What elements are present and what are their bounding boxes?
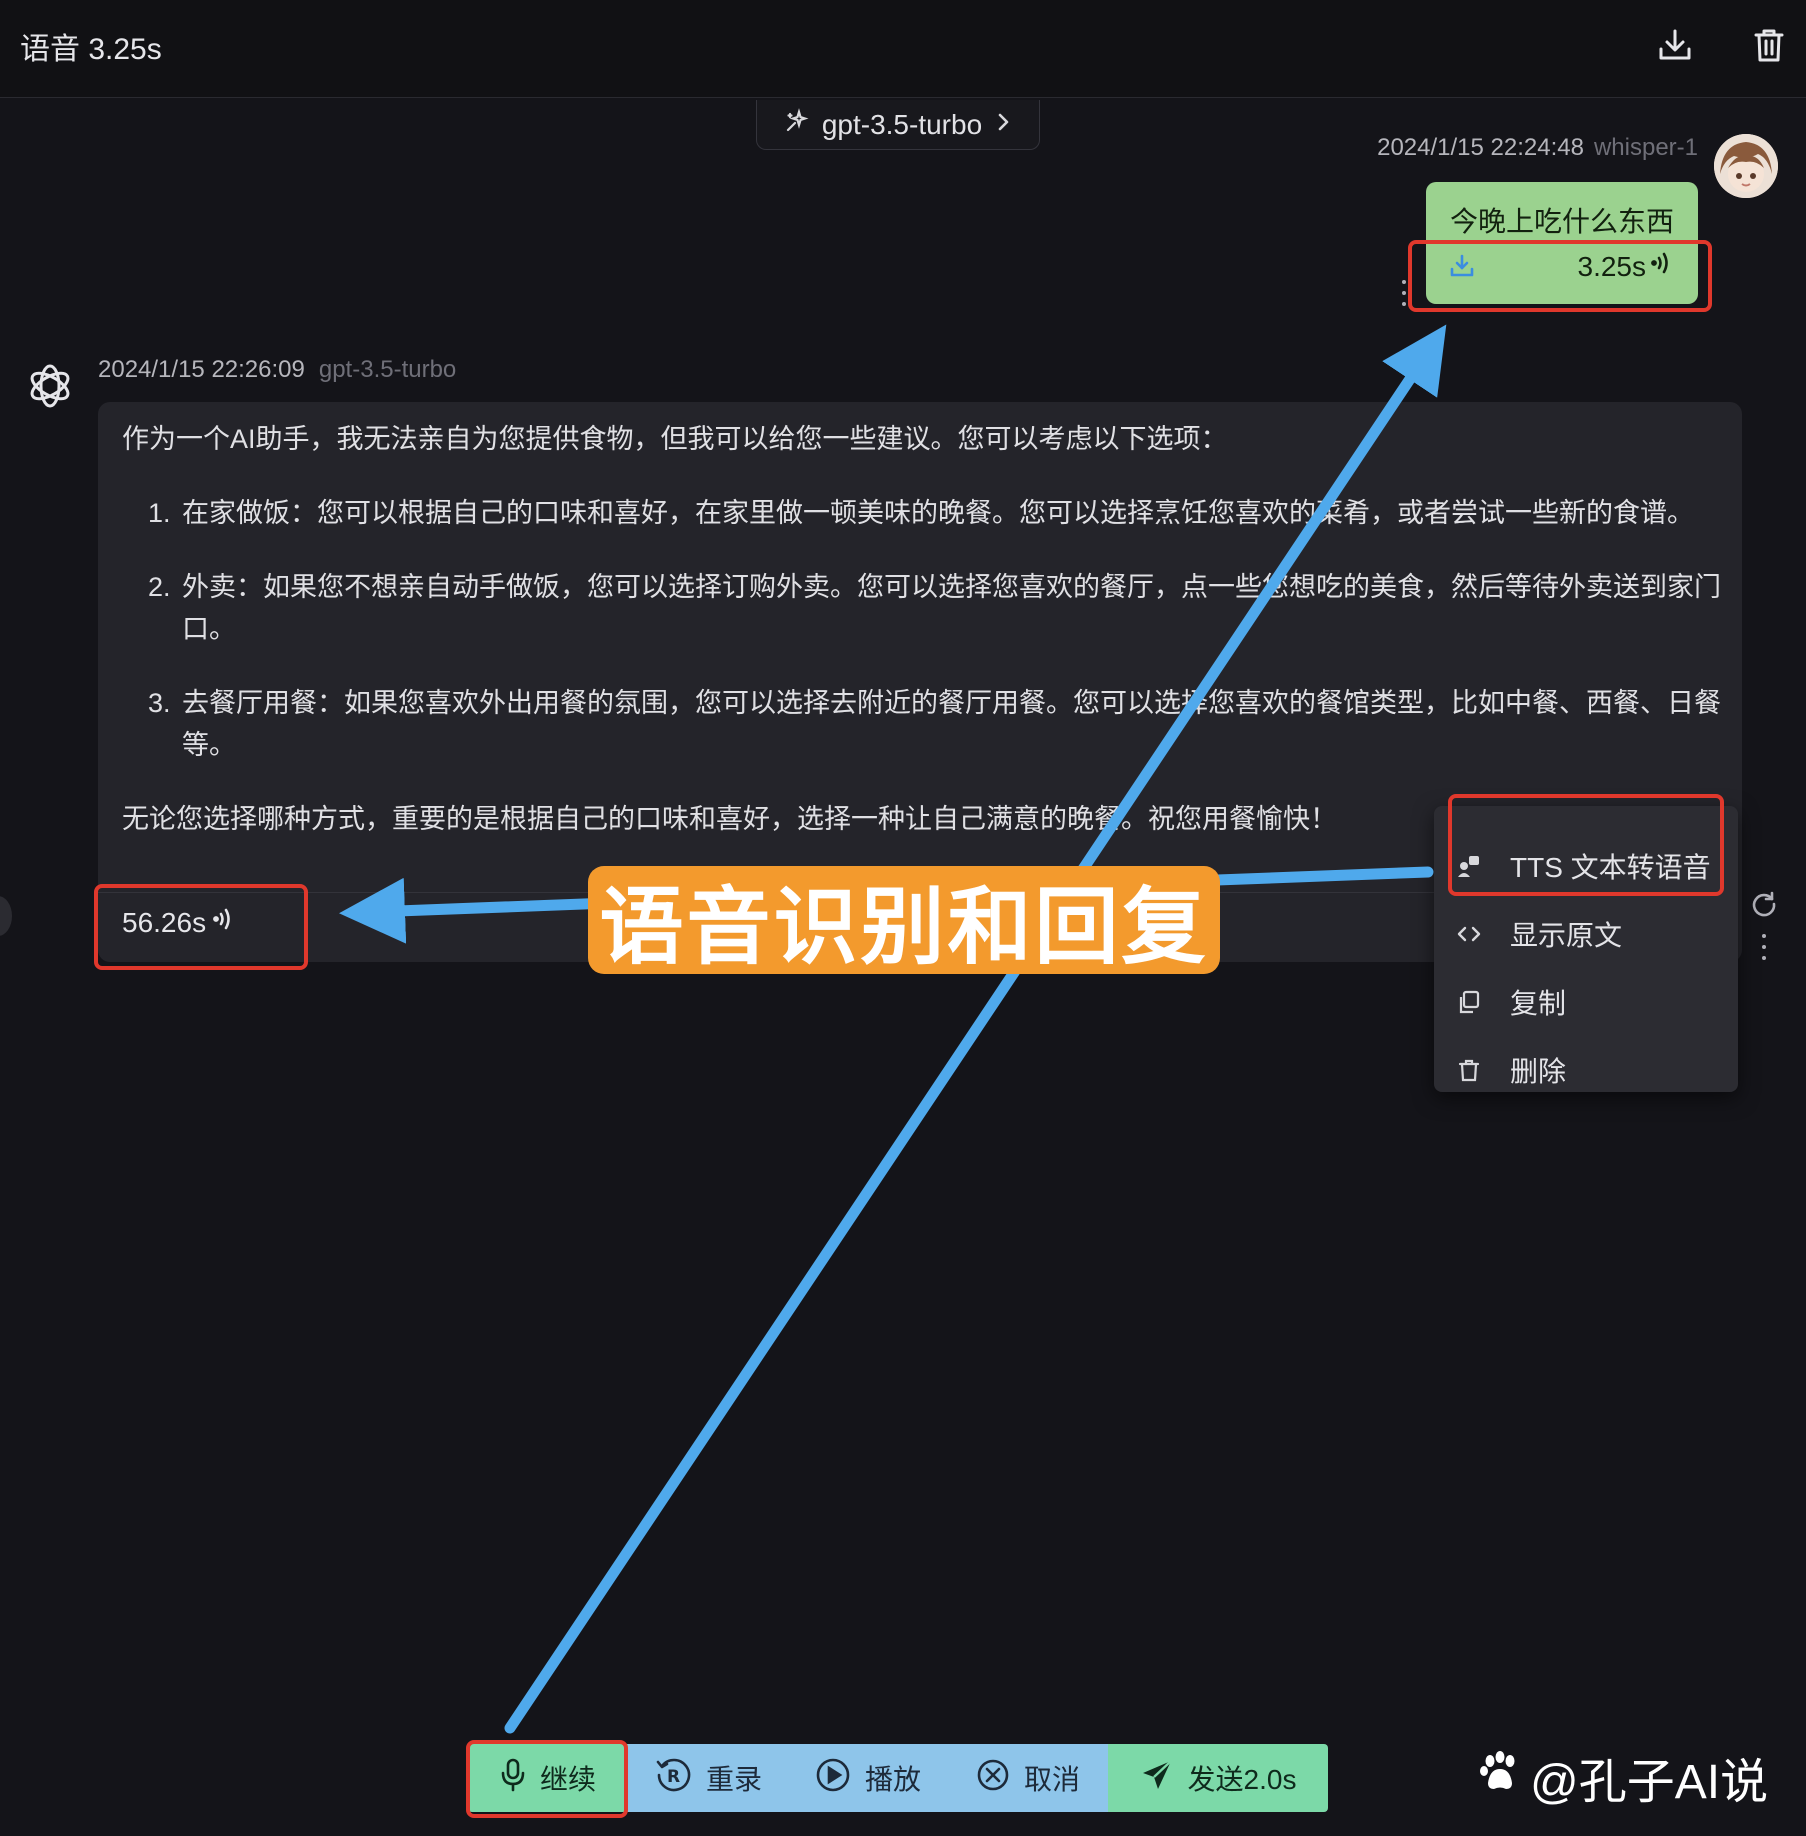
bot-model: gpt-3.5-turbo bbox=[318, 356, 457, 383]
avatar bbox=[1714, 134, 1778, 198]
user-message-more-icon[interactable] bbox=[1400, 280, 1408, 306]
trash-icon[interactable] bbox=[1746, 22, 1792, 68]
cancel-button[interactable]: 取消 bbox=[948, 1744, 1108, 1812]
play-icon bbox=[815, 1757, 851, 1800]
sidebar-handle[interactable] bbox=[0, 896, 12, 936]
watermark: @孔子AI说 bbox=[1478, 1742, 1768, 1812]
bot-message-more-icon[interactable] bbox=[1760, 934, 1768, 960]
button-label: 重录 bbox=[705, 1764, 762, 1795]
page-title: 语音 3.25s bbox=[20, 33, 162, 66]
menu-item-show-source[interactable]: 显示原文 bbox=[1456, 914, 1622, 954]
rerecord-icon: R bbox=[654, 1756, 692, 1801]
user-model: whisper-1 bbox=[1593, 134, 1698, 161]
user-message-meta: 2024/1/15 22:24:48 whisper-1 bbox=[1290, 134, 1698, 162]
button-label: 发送2.0s bbox=[1187, 1764, 1297, 1795]
svg-text:R: R bbox=[667, 1767, 680, 1787]
user-audio-highlight bbox=[1408, 240, 1712, 312]
chevron-right-icon bbox=[994, 109, 1012, 141]
list-item: 去餐厅用餐：如果您喜欢外出用餐的氛围，您可以选择去附近的餐厅用餐。您可以选择您喜… bbox=[178, 682, 1722, 766]
play-button[interactable]: 播放 bbox=[788, 1744, 948, 1812]
watermark-text: @孔子AI说 bbox=[1530, 1756, 1769, 1809]
download-icon[interactable] bbox=[1652, 22, 1698, 68]
user-message-text: 今晚上吃什么东西 bbox=[1450, 206, 1675, 237]
list-item: 外卖：如果您不想亲自动手做饭，您可以选择订购外卖。您可以选择您喜欢的餐厅，点一些… bbox=[178, 566, 1722, 650]
model-name: gpt-3.5-turbo bbox=[821, 108, 983, 140]
button-label: 播放 bbox=[864, 1764, 921, 1795]
menu-item-label: 复制 bbox=[1510, 988, 1567, 1019]
bot-audio-highlight bbox=[94, 884, 308, 970]
bot-message-meta: 2024/1/15 22:26:09 gpt-3.5-turbo bbox=[98, 356, 456, 384]
cancel-icon bbox=[976, 1758, 1010, 1799]
bot-suggestion-list: 在家做饭：您可以根据自己的口味和喜好，在家里做一顿美味的晚餐。您可以选择烹饪您喜… bbox=[122, 492, 1722, 766]
menu-item-label: 显示原文 bbox=[1510, 920, 1623, 951]
button-label: 取消 bbox=[1023, 1764, 1080, 1795]
bot-timestamp: 2024/1/15 22:26:09 bbox=[98, 356, 305, 383]
bot-intro: 作为一个AI助手，我无法亲自为您提供食物，但我可以给您一些建议。您可以考虑以下选… bbox=[122, 424, 1228, 454]
rerecord-button[interactable]: R 重录 bbox=[628, 1744, 788, 1812]
title-bar: 语音 3.25s bbox=[0, 0, 1806, 98]
menu-item-delete[interactable]: 删除 bbox=[1456, 1050, 1566, 1090]
menu-item-copy[interactable]: 复制 bbox=[1456, 982, 1566, 1022]
trash-icon bbox=[1456, 1057, 1482, 1083]
tts-menu-highlight bbox=[1448, 794, 1724, 896]
list-item: 在家做饭：您可以根据自己的口味和喜好，在家里做一顿美味的晚餐。您可以选择烹饪您喜… bbox=[178, 492, 1722, 534]
openai-logo-icon bbox=[20, 356, 80, 416]
sparkle-icon bbox=[784, 108, 810, 141]
user-timestamp: 2024/1/15 22:24:48 bbox=[1377, 134, 1584, 161]
menu-item-label: 删除 bbox=[1510, 1056, 1567, 1087]
annotation-label: 语音识别和回复 bbox=[588, 866, 1220, 976]
send-icon bbox=[1140, 1758, 1174, 1799]
refresh-icon[interactable] bbox=[1750, 890, 1778, 923]
continue-button-highlight bbox=[466, 1740, 628, 1818]
copy-icon bbox=[1456, 989, 1482, 1015]
model-selector[interactable]: gpt-3.5-turbo bbox=[756, 100, 1040, 150]
paw-icon bbox=[1478, 1749, 1522, 1805]
send-button[interactable]: 发送2.0s bbox=[1108, 1744, 1328, 1812]
code-icon bbox=[1456, 921, 1482, 947]
